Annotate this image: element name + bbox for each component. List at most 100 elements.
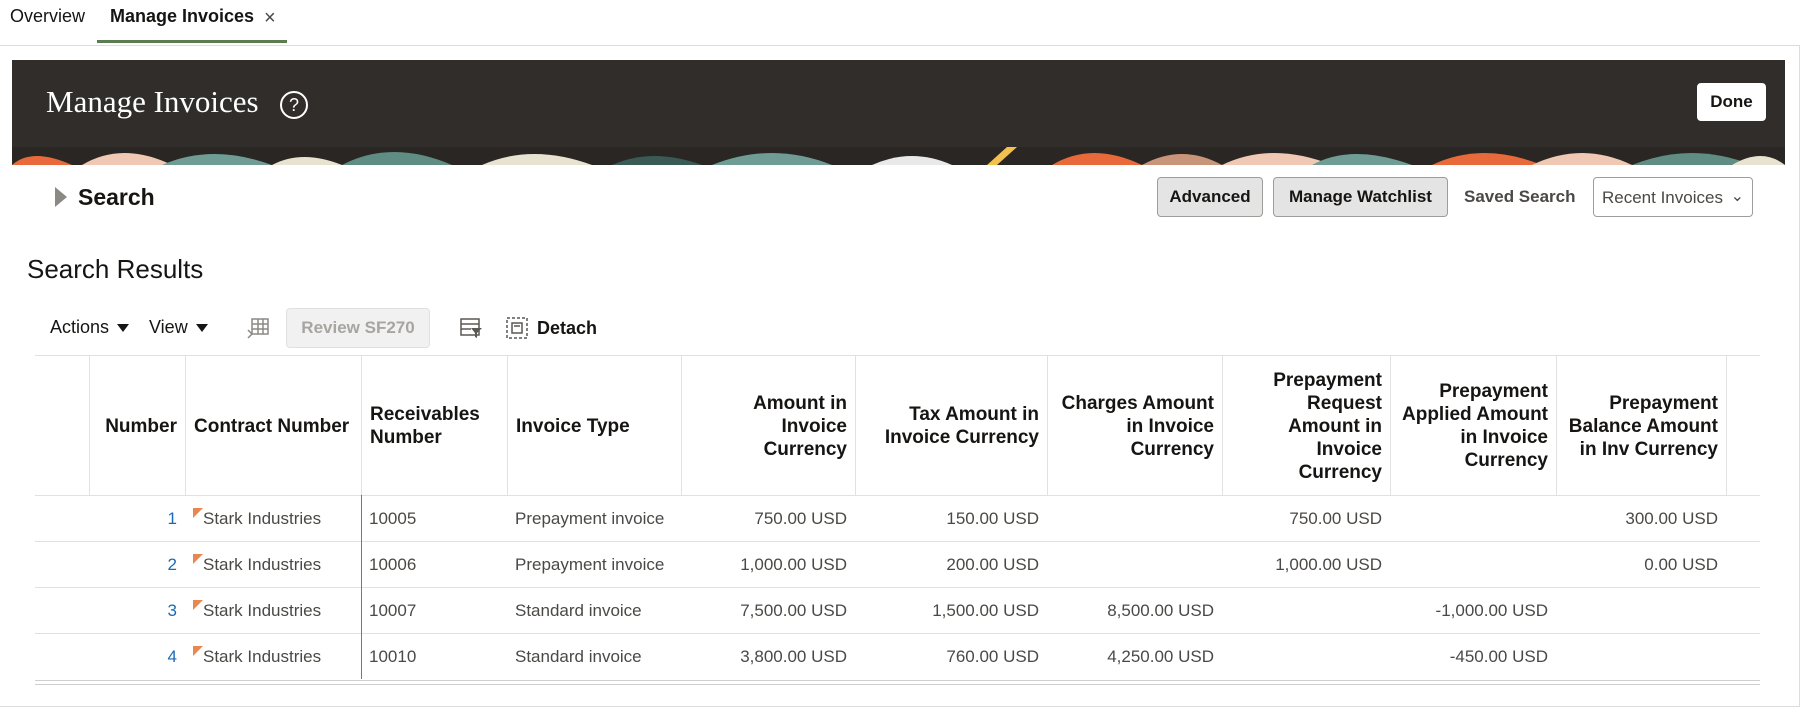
cell-charges-amount xyxy=(1047,496,1222,542)
freeze-columns-icon[interactable] xyxy=(246,316,270,340)
table-bottom-border xyxy=(35,680,1760,685)
cell-tax-amount: 1,500.00 USD xyxy=(932,601,1039,620)
saved-search-label: Saved Search xyxy=(1464,187,1576,206)
column-header-contract-number[interactable]: Contract Number xyxy=(185,356,361,496)
cell-invoice-type: Standard invoice xyxy=(515,601,642,620)
cell-number[interactable]: 3 xyxy=(89,588,185,634)
saved-search-select[interactable]: Recent Invoices ⌄ xyxy=(1593,177,1753,217)
column-header-filler xyxy=(1726,356,1760,496)
caret-down-icon xyxy=(117,324,130,333)
flag-icon xyxy=(193,646,203,656)
cell-prepayment-request xyxy=(1222,634,1390,680)
cell-tax-amount: 150.00 USD xyxy=(946,509,1039,528)
tab-bar: Overview Manage Invoices × xyxy=(0,0,1801,45)
column-header-receivables-number[interactable]: Receivables Number xyxy=(361,356,507,496)
chevron-down-icon: ⌄ xyxy=(1730,188,1744,205)
cell-charges-amount xyxy=(1047,542,1222,588)
page-title: Manage Invoices xyxy=(46,84,259,119)
cell-number[interactable]: 2 xyxy=(89,542,185,588)
cell-prepayment-applied: -1,000.00 USD xyxy=(1435,601,1548,620)
contract-name: Stark Industries xyxy=(203,555,322,574)
cell-receivables-number: 10006 xyxy=(369,555,417,574)
cell-prepayment-balance xyxy=(1556,634,1726,680)
tab-overview[interactable]: Overview xyxy=(10,6,85,27)
contract-name: Stark Industries xyxy=(203,647,322,666)
page-header: Manage Invoices ? Done xyxy=(12,60,1785,165)
column-header-prepayment-balance[interactable]: Prepayment Balance Amount in Inv Currenc… xyxy=(1556,356,1726,496)
done-button[interactable]: Done xyxy=(1697,83,1766,121)
cell-prepayment-balance xyxy=(1556,588,1726,634)
flag-icon xyxy=(193,600,203,610)
cell-contract-number: Stark Industries xyxy=(185,588,361,634)
review-sf270-button[interactable]: Review SF270 xyxy=(286,308,430,348)
cell-contract-number: Stark Industries xyxy=(185,634,361,680)
tab-manage-invoices[interactable]: Manage Invoices xyxy=(110,6,254,27)
cell-receivables-number: 10010 xyxy=(369,647,417,666)
banner-decoration xyxy=(12,147,1785,165)
cell-invoice-type: Prepayment invoice xyxy=(515,509,665,528)
caret-down-icon xyxy=(195,324,208,333)
column-header-number[interactable]: Number xyxy=(89,356,185,496)
close-icon[interactable]: × xyxy=(264,7,276,30)
table-row[interactable]: 3 Stark Industries 10007 Standard invoice 7,… xyxy=(35,587,1760,634)
cell-amount: 7,500.00 USD xyxy=(740,601,847,620)
cell-prepayment-balance: 300.00 USD xyxy=(1625,509,1718,528)
actions-menu[interactable]: Actions xyxy=(50,317,130,338)
invoice-number-link[interactable]: 1 xyxy=(168,509,177,528)
query-by-example-icon[interactable] xyxy=(459,316,483,340)
cell-prepayment-request: 1,000.00 USD xyxy=(1275,555,1382,574)
cell-receivables-number: 10005 xyxy=(369,509,417,528)
frozen-column-divider xyxy=(361,495,362,679)
search-results-title: Search Results xyxy=(27,254,204,284)
cell-contract-number: Stark Industries xyxy=(185,496,361,542)
cell-invoice-type: Standard invoice xyxy=(515,647,642,666)
view-label: View xyxy=(149,317,188,337)
column-header-invoice-type[interactable]: Invoice Type xyxy=(507,356,681,496)
expand-search-icon[interactable] xyxy=(55,187,67,207)
table-row[interactable]: 1 Stark Industries 10005 Prepayment invoice… xyxy=(35,495,1760,542)
cell-prepayment-applied xyxy=(1390,496,1556,542)
cell-contract-number: Stark Industries xyxy=(185,542,361,588)
cell-charges-amount: 8,500.00 USD xyxy=(1107,601,1214,620)
cell-tax-amount: 760.00 USD xyxy=(946,647,1039,666)
column-header-prepayment-request[interactable]: Prepayment Request Amount in Invoice Cur… xyxy=(1222,356,1390,496)
column-header-select xyxy=(35,356,89,496)
cell-prepayment-request xyxy=(1222,588,1390,634)
cell-prepayment-applied xyxy=(1390,542,1556,588)
active-tab-indicator xyxy=(97,40,287,43)
search-section-title[interactable]: Search xyxy=(78,184,155,211)
cell-tax-amount: 200.00 USD xyxy=(946,555,1039,574)
cell-number[interactable]: 4 xyxy=(89,634,185,680)
cell-amount: 750.00 USD xyxy=(754,509,847,528)
actions-label: Actions xyxy=(50,317,110,337)
table-header: Number Contract Number Receivables Numbe… xyxy=(35,355,1760,496)
flag-icon xyxy=(193,508,203,518)
cell-number[interactable]: 1 xyxy=(89,496,185,542)
cell-prepayment-request: 750.00 USD xyxy=(1289,509,1382,528)
manage-watchlist-button[interactable]: Manage Watchlist xyxy=(1273,177,1448,217)
contract-name: Stark Industries xyxy=(203,601,322,620)
cell-invoice-type: Prepayment invoice xyxy=(515,555,665,574)
table-row[interactable]: 4 Stark Industries 10010 Standard invoice 3,… xyxy=(35,633,1760,680)
contract-name: Stark Industries xyxy=(203,509,322,528)
cell-amount: 1,000.00 USD xyxy=(740,555,847,574)
column-header-charges-amount[interactable]: Charges Amount in Invoice Currency xyxy=(1047,356,1222,496)
column-header-amount[interactable]: Amount in Invoice Currency xyxy=(681,356,855,496)
invoice-number-link[interactable]: 2 xyxy=(168,555,177,574)
column-header-prepayment-applied[interactable]: Prepayment Applied Amount in Invoice Cur… xyxy=(1390,356,1556,496)
help-icon[interactable]: ? xyxy=(280,91,308,119)
view-menu[interactable]: View xyxy=(149,317,208,338)
table-row[interactable]: 2 Stark Industries 10006 Prepayment invoice… xyxy=(35,541,1760,588)
cell-charges-amount: 4,250.00 USD xyxy=(1107,647,1214,666)
column-header-tax-amount[interactable]: Tax Amount in Invoice Currency xyxy=(855,356,1047,496)
flag-icon xyxy=(193,554,203,564)
advanced-button[interactable]: Advanced xyxy=(1157,177,1263,217)
cell-amount: 3,800.00 USD xyxy=(740,647,847,666)
cell-prepayment-balance: 0.00 USD xyxy=(1644,555,1718,574)
detach-icon[interactable] xyxy=(505,316,529,340)
invoice-number-link[interactable]: 4 xyxy=(168,647,177,666)
cell-prepayment-applied: -450.00 USD xyxy=(1449,647,1548,666)
saved-search-value: Recent Invoices xyxy=(1602,188,1723,207)
detach-button[interactable]: Detach xyxy=(537,318,597,339)
invoice-number-link[interactable]: 3 xyxy=(168,601,177,620)
